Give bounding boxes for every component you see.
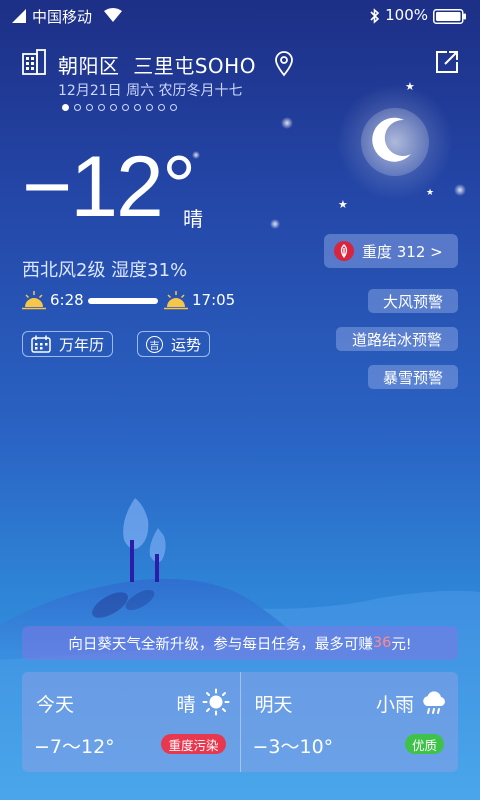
battery-icon — [433, 9, 466, 24]
promo-banner[interactable]: 向日葵天气全新升级，参与每日任务，最多可赚 36 元! — [22, 626, 458, 660]
alert-wind[interactable]: 大风预警 — [368, 289, 458, 313]
share-icon[interactable] — [434, 49, 460, 75]
sun-times: 6:28 17:05 — [22, 290, 282, 312]
page-indicator[interactable] — [62, 104, 177, 111]
rain-cloud-icon — [423, 691, 445, 714]
page-dot[interactable] — [62, 104, 69, 111]
sunrise-icon — [22, 291, 46, 310]
aqi-label: 重度 312 > — [362, 242, 443, 261]
alert-ice[interactable]: 道路结冰预警 — [336, 327, 458, 351]
calendar-icon — [31, 335, 51, 353]
cellular-signal-icon — [12, 9, 26, 23]
current-condition: 晴 — [183, 207, 203, 231]
forecast-temp-range: −3～10° — [252, 736, 334, 758]
aqi-button[interactable]: 重度 312 > — [324, 234, 458, 268]
fortune-badge: 吉 — [146, 335, 163, 353]
sunrise-time: 6:28 — [50, 291, 84, 309]
forecast-day-label: 明天 — [254, 694, 293, 716]
wind-humidity: 西北风2级 湿度31% — [22, 260, 188, 281]
wifi-icon — [104, 8, 122, 22]
banner-suffix: 元! — [391, 636, 412, 653]
banner-text: 向日葵天气全新升级，参与每日任务，最多可赚 — [68, 636, 373, 653]
status-bar: 中国移动 100% — [0, 0, 480, 32]
current-temperature: −12° — [22, 139, 196, 235]
city-building-icon[interactable] — [22, 49, 46, 75]
page-dot[interactable] — [110, 104, 117, 111]
air-quality-badge: 重度污染 — [161, 734, 226, 754]
page-dot[interactable] — [98, 104, 105, 111]
forecast-tomorrow[interactable]: 明天 小雨 −3～10° 优质 — [239, 672, 459, 772]
location-title[interactable]: 朝阳区 三里屯SOHO — [58, 50, 256, 79]
calendar-label: 万年历 — [59, 335, 105, 354]
forecast-condition: 晴 — [176, 694, 196, 716]
alert-snow[interactable]: 暴雪预警 — [368, 365, 458, 389]
fortune-button[interactable]: 吉 运势 — [137, 331, 211, 357]
bluetooth-icon — [370, 8, 380, 24]
page-dot[interactable] — [86, 104, 93, 111]
page-dot[interactable] — [158, 104, 165, 111]
sun-icon — [202, 688, 229, 716]
carrier-label: 中国移动 — [32, 8, 93, 26]
air-quality-badge: 优质 — [404, 734, 444, 754]
location-pin-icon[interactable] — [274, 51, 294, 77]
sunset-time: 17:05 — [192, 291, 236, 309]
sunset-icon — [164, 291, 188, 310]
sun-progress-bar — [88, 298, 158, 304]
forecast-condition: 小雨 — [375, 694, 414, 716]
page-dot[interactable] — [134, 104, 141, 111]
fortune-label: 运势 — [171, 335, 202, 354]
forecast-temp-range: −7～12° — [34, 736, 115, 758]
leaf-icon — [334, 241, 354, 261]
calendar-button[interactable]: 万年历 — [22, 331, 114, 357]
forecast-day-label: 今天 — [36, 694, 75, 716]
weather-app: ★ ★ ★ 中国移动 100% 朝阳区 三里屯SOHO 12月21日 周六 农历… — [0, 0, 480, 800]
svg-text:★: ★ — [338, 198, 348, 211]
battery-percent: 100% — [385, 6, 428, 24]
forecast-today[interactable]: 今天 晴 −7～12° 重度污染 — [22, 672, 240, 772]
svg-text:★: ★ — [405, 80, 415, 93]
svg-text:★: ★ — [426, 188, 434, 198]
page-dot[interactable] — [146, 104, 153, 111]
forecast-panel: 今天 晴 −7～12° 重度污染 明天 小雨 −3～10° 优质 — [22, 672, 458, 772]
date-line: 12月21日 周六 农历冬月十七 — [58, 83, 243, 99]
page-dot[interactable] — [170, 104, 177, 111]
banner-amount: 36 — [372, 635, 392, 651]
page-dot[interactable] — [74, 104, 81, 111]
page-dot[interactable] — [122, 104, 129, 111]
